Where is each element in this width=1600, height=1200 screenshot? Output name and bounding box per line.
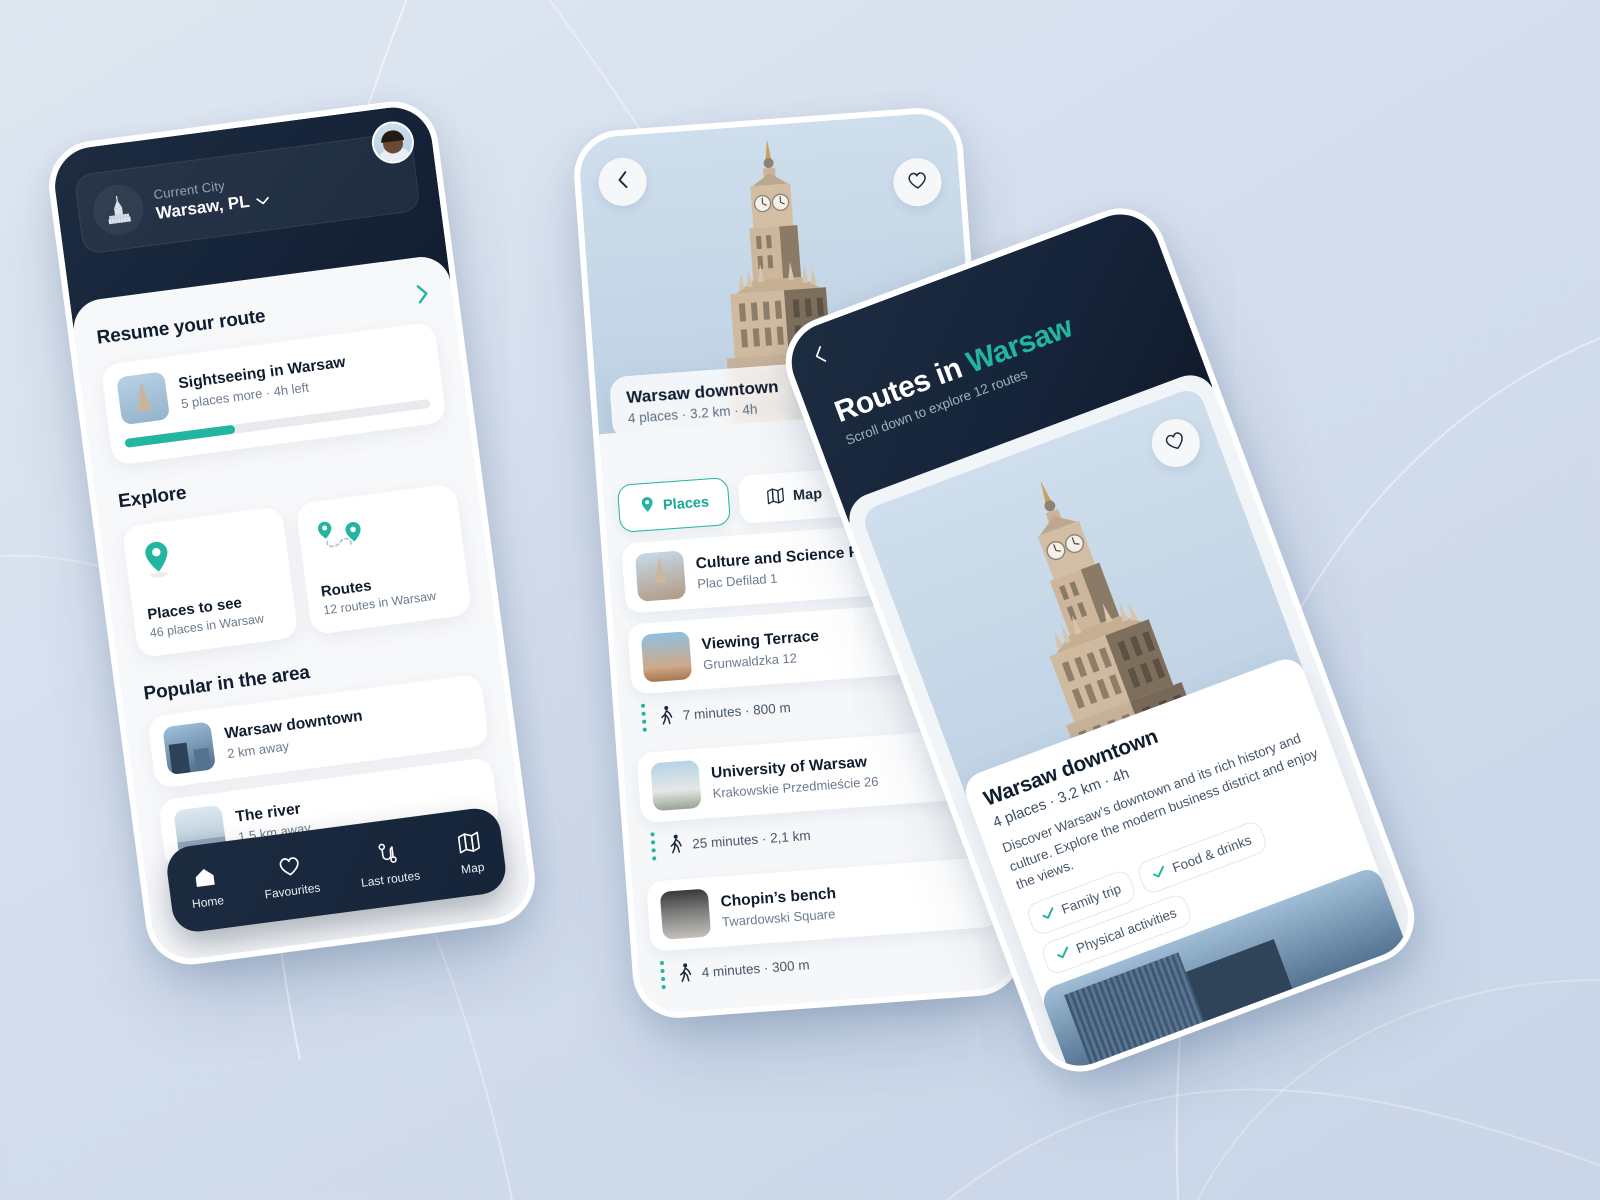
chevron-down-icon[interactable] (255, 189, 270, 211)
favourite-button[interactable] (891, 156, 944, 208)
city-selector[interactable]: Current City Warsaw, PL (73, 131, 421, 255)
screen-home: Current City Warsaw, PL Resume your rout… (50, 102, 534, 964)
place-thumbnail (650, 759, 702, 812)
route-progress-fill (124, 424, 236, 449)
tag-label: Food & drinks (1170, 831, 1254, 876)
tab-favourites[interactable]: Favourites (260, 851, 321, 901)
check-icon (1040, 905, 1058, 924)
tab-label: Favourites (263, 879, 322, 902)
place-thumbnail (634, 550, 687, 602)
check-icon (1054, 944, 1072, 963)
route-dots-icon (650, 832, 657, 861)
map-pin-icon (138, 524, 276, 586)
walk-text: 7 minutes · 800 m (682, 699, 792, 723)
heart-icon (906, 169, 930, 196)
city-emblem-icon (90, 181, 147, 238)
tab-label: Places (662, 494, 710, 514)
place-thumbnail (162, 721, 217, 776)
tab-label: Home (191, 892, 225, 911)
explore-grid: Places to see 46 places in Warsaw Routes… (121, 483, 473, 659)
walking-icon (676, 961, 694, 985)
place-thumbnail (659, 888, 712, 940)
walk-text: 4 minutes · 300 m (701, 956, 811, 980)
chevron-right-icon[interactable] (415, 282, 432, 310)
phone-home-screen: Current City Warsaw, PL Resume your rout… (43, 95, 541, 971)
tab-last-routes[interactable]: Last routes (356, 837, 421, 889)
tab-home[interactable]: Home (187, 864, 225, 911)
walk-text: 25 minutes · 2,1 km (691, 827, 812, 851)
route-dots-icon (659, 960, 666, 990)
tab-map[interactable]: Map (456, 829, 486, 877)
tag-label: Family trip (1059, 880, 1123, 917)
route-dots-icon (640, 703, 647, 732)
explore-card-places[interactable]: Places to see 46 places in Warsaw (121, 506, 299, 659)
walking-icon (657, 704, 675, 728)
place-thumbnail (640, 631, 693, 683)
explore-card-routes[interactable]: Routes 12 routes in Warsaw (295, 483, 473, 636)
tab-places[interactable]: Places (616, 476, 732, 533)
walking-icon (666, 833, 684, 857)
route-thumbnail (116, 371, 171, 426)
heart-icon (1161, 427, 1190, 458)
map-icon (765, 485, 786, 509)
tab-label: Map (460, 859, 486, 877)
chevron-left-icon (616, 170, 629, 194)
resume-section-title: Resume your route (95, 305, 267, 349)
tab-label: Last routes (360, 867, 421, 890)
back-button[interactable] (596, 156, 649, 208)
route-pins-icon (311, 501, 449, 563)
map-pin-icon (638, 495, 656, 519)
check-icon (1150, 864, 1168, 883)
tab-label: Map (792, 486, 823, 505)
